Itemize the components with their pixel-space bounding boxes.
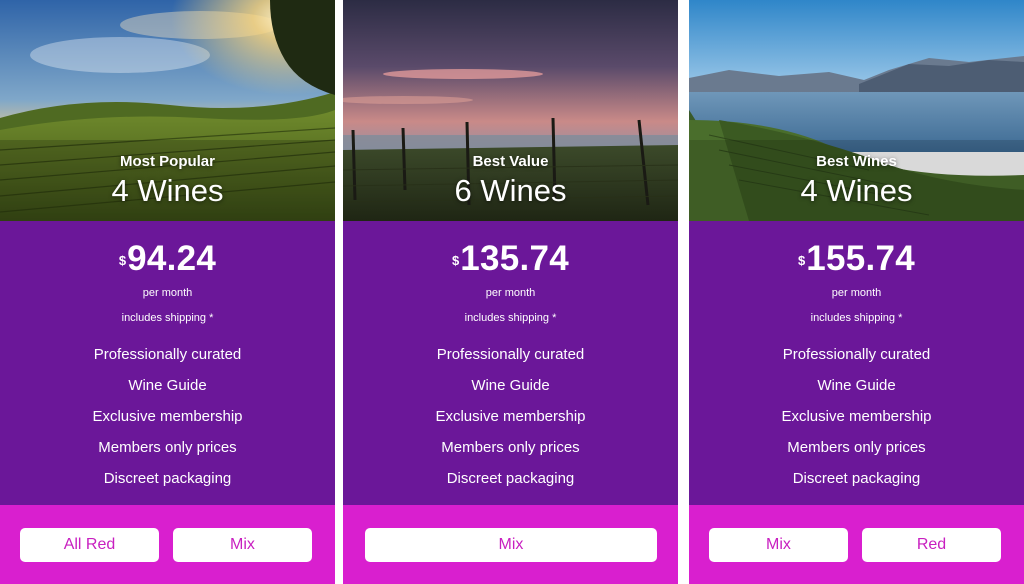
price-amount: 155.74 <box>806 239 916 278</box>
plan-details-panel: $94.24 per month includes shipping * Pro… <box>0 221 335 505</box>
mix-button[interactable]: Mix <box>365 528 657 562</box>
shipping-note: includes shipping * <box>464 312 557 324</box>
feature-list: Professionally curated Wine Guide Exclus… <box>0 345 335 500</box>
feature-list: Professionally curated Wine Guide Exclus… <box>689 345 1024 500</box>
feature-item: Professionally curated <box>782 346 931 363</box>
vineyard-lake-image: Best Wines 4 Wines <box>689 0 1024 221</box>
all-red-button[interactable]: All Red <box>20 528 159 562</box>
mix-button[interactable]: Mix <box>173 528 312 562</box>
plan-button-bar: Mix <box>343 505 678 584</box>
feature-item: Wine Guide <box>471 377 550 394</box>
mix-button[interactable]: Mix <box>709 528 848 562</box>
plan-card-most-popular: Most Popular 4 Wines $94.24 per month in… <box>0 0 335 584</box>
feature-item: Discreet packaging <box>792 470 921 487</box>
price-period: per month <box>831 287 882 299</box>
plan-price: $94.24 <box>0 239 335 286</box>
plan-button-bar: All Red Mix <box>0 505 335 584</box>
feature-item: Members only prices <box>98 439 237 456</box>
plan-tier-label: Most Popular <box>119 153 215 170</box>
shipping-note: includes shipping * <box>121 312 214 324</box>
feature-item: Members only prices <box>441 439 580 456</box>
plan-card-best-value: Best Value 6 Wines $135.74 per month inc… <box>343 0 678 584</box>
currency-symbol: $ <box>797 253 806 268</box>
feature-item: Professionally curated <box>93 346 242 363</box>
feature-item: Wine Guide <box>817 377 896 394</box>
plan-wine-count: 6 Wines <box>454 173 567 208</box>
vineyard-sunset-image: Most Popular 4 Wines <box>0 0 335 221</box>
currency-symbol: $ <box>451 253 460 268</box>
feature-item: Members only prices <box>787 439 926 456</box>
plan-wine-count: 4 Wines <box>800 173 913 208</box>
feature-item: Wine Guide <box>128 377 207 394</box>
plan-tier-label: Best Value <box>472 153 549 170</box>
feature-item: Discreet packaging <box>103 470 232 487</box>
plan-price: $135.74 <box>343 239 678 286</box>
plan-button-bar: Mix Red <box>689 505 1024 584</box>
feature-list: Professionally curated Wine Guide Exclus… <box>343 345 678 500</box>
feature-item: Discreet packaging <box>446 470 575 487</box>
price-amount: 135.74 <box>460 239 570 278</box>
red-button[interactable]: Red <box>862 528 1001 562</box>
currency-symbol: $ <box>118 253 127 268</box>
plan-card-best-wines: Best Wines 4 Wines $155.74 per month inc… <box>689 0 1024 584</box>
plan-wine-count: 4 Wines <box>111 173 224 208</box>
feature-item: Professionally curated <box>436 346 585 363</box>
price-period: per month <box>485 287 536 299</box>
plan-tier-label: Best Wines <box>816 153 897 170</box>
feature-item: Exclusive membership <box>781 408 932 425</box>
plan-details-panel: $155.74 per month includes shipping * Pr… <box>689 221 1024 505</box>
feature-item: Exclusive membership <box>435 408 586 425</box>
vineyard-dusk-image: Best Value 6 Wines <box>343 0 678 221</box>
price-amount: 94.24 <box>127 239 217 278</box>
plan-price: $155.74 <box>689 239 1024 286</box>
plan-details-panel: $135.74 per month includes shipping * Pr… <box>343 221 678 505</box>
price-period: per month <box>142 287 193 299</box>
shipping-note: includes shipping * <box>810 312 903 324</box>
feature-item: Exclusive membership <box>92 408 243 425</box>
